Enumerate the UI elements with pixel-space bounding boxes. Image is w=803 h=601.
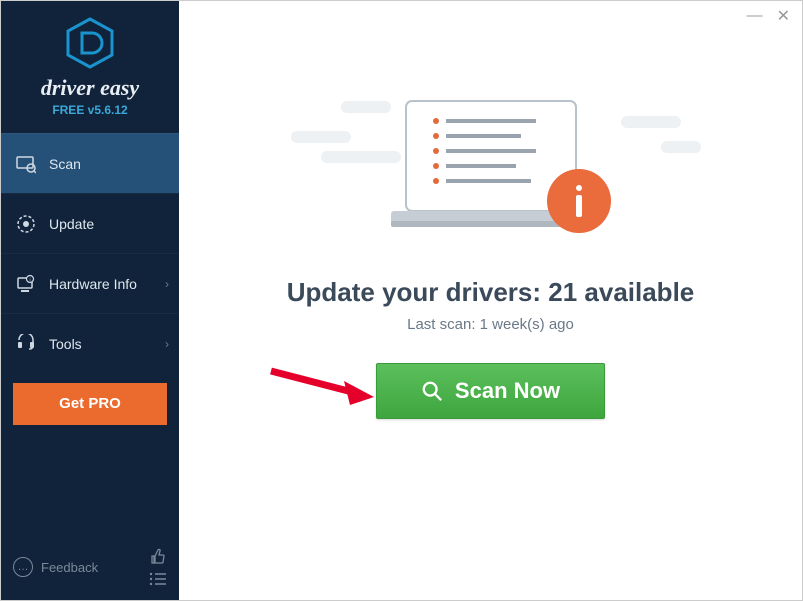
headline-count: 21 (548, 277, 577, 307)
sidebar-item-scan[interactable]: Scan (1, 133, 179, 193)
feedback-label[interactable]: Feedback (41, 560, 98, 575)
minimize-button[interactable]: — (747, 7, 763, 25)
sidebar-item-label: Scan (49, 156, 81, 172)
feedback-icon[interactable]: … (13, 557, 33, 577)
scan-icon (15, 153, 37, 175)
headline-suffix: available (577, 277, 694, 307)
update-icon (15, 213, 37, 235)
sidebar-item-hardware-info[interactable]: i Hardware Info › (1, 253, 179, 313)
sidebar-item-update[interactable]: Update (1, 193, 179, 253)
svg-text:i: i (29, 277, 30, 283)
headline-prefix: Update your drivers: (287, 277, 549, 307)
last-scan-text: Last scan: 1 week(s) ago (407, 316, 574, 333)
brand-text: driver easy (1, 75, 179, 101)
logo-icon (64, 17, 116, 69)
scan-now-label: Scan Now (455, 378, 560, 404)
illustration (331, 91, 651, 251)
version-text: FREE v5.6.12 (1, 103, 179, 117)
main-panel: Update your drivers: 21 available Last s… (179, 1, 802, 600)
get-pro-button[interactable]: Get PRO (13, 383, 167, 425)
headline: Update your drivers: 21 available (287, 277, 695, 308)
sidebar-item-label: Update (49, 216, 94, 232)
sidebar-item-label: Hardware Info (49, 276, 137, 292)
chevron-right-icon: › (165, 337, 169, 351)
logo-block: driver easy FREE v5.6.12 (1, 1, 179, 127)
scan-now-button[interactable]: Scan Now (376, 363, 605, 419)
sidebar-item-tools[interactable]: Tools › (1, 313, 179, 373)
sidebar-footer: … Feedback (1, 538, 179, 600)
nav: Scan Update i Hardware Info › Tools › (1, 133, 179, 373)
hardware-icon: i (15, 273, 37, 295)
sidebar-item-label: Tools (49, 336, 82, 352)
list-icon[interactable] (149, 572, 167, 586)
chevron-right-icon: › (165, 277, 169, 291)
sidebar: driver easy FREE v5.6.12 Scan Update i H… (1, 1, 179, 600)
tools-icon (15, 333, 37, 355)
close-button[interactable]: ✕ (777, 6, 790, 26)
magnifier-icon (421, 380, 443, 402)
thumbs-up-icon[interactable] (149, 548, 167, 566)
